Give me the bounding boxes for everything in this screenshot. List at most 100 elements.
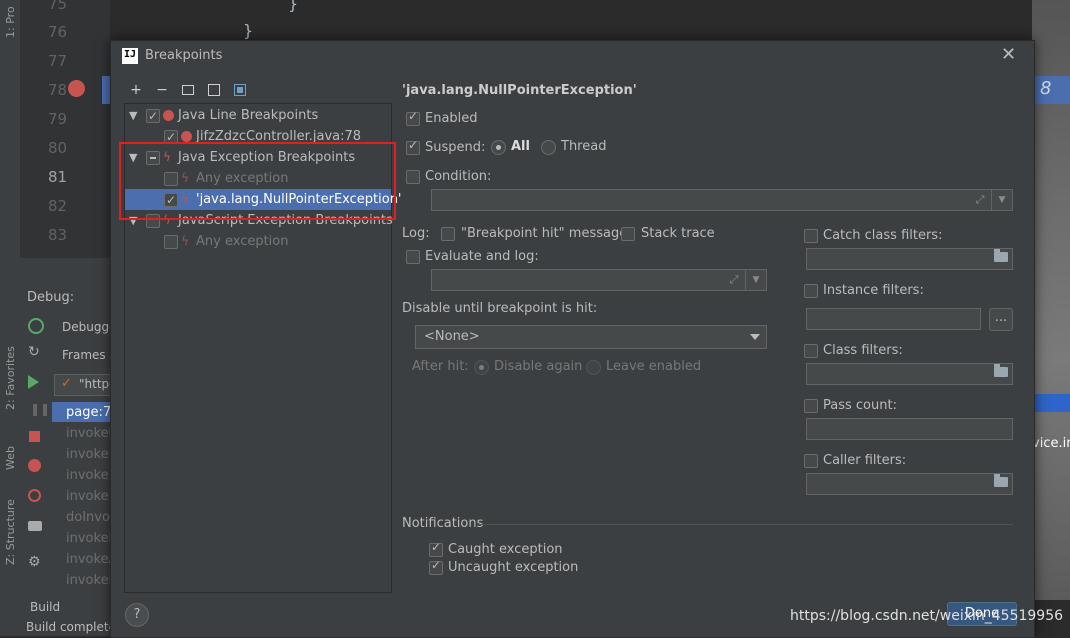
breakpoints-dialog: IJ Breakpoints ✕ + − ▼ Java Line Breakpo…	[110, 40, 1035, 638]
folder-icon[interactable]	[994, 474, 1008, 487]
web-tab[interactable]: Web	[4, 446, 17, 470]
instance-filters-label[interactable]: Instance filters:	[823, 283, 924, 298]
pass-count-checkbox[interactable]	[804, 399, 818, 413]
resume-icon[interactable]	[28, 375, 39, 389]
evaluate-log-input[interactable]: ⤢ ▼	[431, 269, 767, 291]
build-tab[interactable]: Build	[30, 600, 60, 614]
instance-filters-input[interactable]	[806, 308, 981, 330]
settings-icon[interactable]: ⚙	[28, 554, 41, 570]
caller-filters-label[interactable]: Caller filters:	[823, 453, 906, 468]
editor-gutter: 75 76 77 78 79 80 81 82 83	[20, 0, 110, 258]
tree-group-java-line[interactable]: ▼ Java Line Breakpoints	[125, 105, 391, 127]
suspend-all-radio[interactable]	[491, 140, 506, 155]
close-icon[interactable]: ✕	[1001, 44, 1016, 65]
folder-icon[interactable]	[994, 364, 1008, 377]
tree-label: Any exception	[196, 234, 289, 249]
notifications-divider	[479, 524, 1013, 525]
catch-class-filters-input[interactable]	[806, 248, 1013, 270]
expand-icon[interactable]: ⤢	[972, 192, 988, 208]
item-checkbox[interactable]	[164, 235, 178, 249]
add-icon[interactable]: +	[127, 81, 145, 99]
camera-icon[interactable]	[28, 521, 42, 531]
refresh-icon[interactable]: ↻	[28, 344, 40, 360]
condition-input[interactable]: ⤢ ▼	[431, 189, 1013, 211]
code-brace: }	[288, 0, 299, 13]
catch-class-filters-label[interactable]: Catch class filters:	[823, 228, 942, 243]
breakpoint-icon[interactable]	[68, 80, 85, 97]
condition-checkbox[interactable]	[406, 170, 420, 184]
group-checkbox[interactable]	[146, 106, 160, 127]
pass-count-label[interactable]: Pass count:	[823, 398, 897, 413]
class-filters-input[interactable]	[806, 363, 1013, 385]
stack-trace-checkbox[interactable]	[621, 227, 635, 241]
after-hit-label: After hit:	[412, 359, 469, 374]
structure-tab[interactable]: Z: Structure	[4, 499, 17, 565]
evaluate-log-checkbox[interactable]	[406, 250, 420, 264]
restore-icon[interactable]	[231, 81, 249, 99]
folder-icon[interactable]	[994, 249, 1008, 262]
bp-hit-message-checkbox[interactable]	[441, 227, 455, 241]
expand-caret-icon[interactable]: ▼	[129, 105, 137, 126]
pause-icon[interactable]: ❚❚	[30, 402, 50, 416]
leave-enabled-radio[interactable]	[586, 360, 601, 375]
tree-item-js-any-exception[interactable]: ϟ Any exception	[125, 231, 391, 252]
mute-breakpoints-icon[interactable]	[28, 489, 41, 502]
class-filters-label[interactable]: Class filters:	[823, 343, 903, 358]
evaluate-log-label[interactable]: Evaluate and log:	[425, 249, 539, 264]
group-folder-icon[interactable]	[179, 81, 197, 99]
remove-icon[interactable]: −	[153, 81, 171, 99]
caught-exception-label[interactable]: Caught exception	[448, 542, 563, 557]
suspend-all-label[interactable]: All	[511, 139, 530, 154]
condition-label[interactable]: Condition:	[425, 169, 491, 184]
status-bar: Build Build complete	[0, 596, 116, 636]
disable-until-select[interactable]: <None>	[415, 325, 767, 349]
enabled-checkbox[interactable]	[406, 109, 420, 126]
pass-count-input[interactable]	[806, 418, 1013, 440]
caught-exception-checkbox[interactable]	[429, 540, 443, 557]
rerun-icon[interactable]	[28, 318, 44, 334]
notifications-label: Notifications	[402, 516, 484, 531]
tree-label: Java Line Breakpoints	[178, 108, 319, 123]
help-button[interactable]: ?	[125, 603, 149, 627]
caller-filters-checkbox[interactable]	[804, 454, 818, 468]
thread-selector[interactable]: ✓ "http-	[54, 374, 114, 396]
instance-filters-checkbox[interactable]	[804, 284, 818, 298]
catch-class-filters-checkbox[interactable]	[804, 229, 818, 243]
group-package-icon[interactable]	[205, 81, 223, 99]
stop-icon[interactable]	[29, 431, 40, 442]
suspend-thread-label[interactable]: Thread	[561, 139, 606, 154]
suspend-thread-radio[interactable]	[541, 140, 556, 155]
log-label: Log:	[402, 226, 430, 241]
enabled-label[interactable]: Enabled	[425, 111, 478, 126]
current-line-marker	[102, 76, 110, 104]
expand-icon[interactable]: ⤢	[726, 272, 742, 288]
thread-value: "http-	[79, 377, 114, 391]
detail-heading: 'java.lang.NullPointerException'	[402, 83, 637, 98]
bp-hit-message-label[interactable]: "Breakpoint hit" message	[461, 226, 627, 241]
favorites-tab[interactable]: 2: Favorites	[4, 346, 17, 410]
uncaught-exception-label[interactable]: Uncaught exception	[448, 560, 578, 575]
line-number: 75	[48, 0, 68, 13]
frames-tab[interactable]: Frames	[62, 348, 106, 362]
stack-trace-label[interactable]: Stack trace	[641, 226, 715, 241]
project-tab[interactable]: 1: Pro	[4, 6, 17, 38]
history-dropdown-icon[interactable]: ▼	[991, 190, 1012, 210]
suspend-checkbox[interactable]	[406, 138, 420, 155]
suspend-label[interactable]: Suspend:	[425, 140, 485, 155]
disable-again-radio[interactable]	[474, 360, 489, 375]
check-icon: ✓	[61, 376, 72, 391]
debugger-tab[interactable]: Debugge	[62, 320, 116, 334]
instance-filters-browse-button[interactable]: ...	[989, 308, 1013, 331]
history-dropdown-icon[interactable]: ▼	[745, 270, 766, 290]
caller-filters-input[interactable]	[806, 473, 1013, 495]
uncaught-exception-checkbox[interactable]	[429, 558, 443, 575]
class-filters-checkbox[interactable]	[804, 344, 818, 358]
view-breakpoints-icon[interactable]	[28, 459, 41, 472]
disable-until-value: <None>	[424, 329, 480, 344]
line-number: 79	[48, 110, 68, 128]
line-number: 77	[48, 52, 68, 70]
intellij-logo-icon: IJ	[122, 48, 138, 64]
leave-enabled-label: Leave enabled	[606, 359, 702, 374]
background-image: 8 vice.im	[1032, 0, 1070, 600]
watermark-text: https://blog.csdn.net/weixin_45519956	[790, 608, 1064, 624]
